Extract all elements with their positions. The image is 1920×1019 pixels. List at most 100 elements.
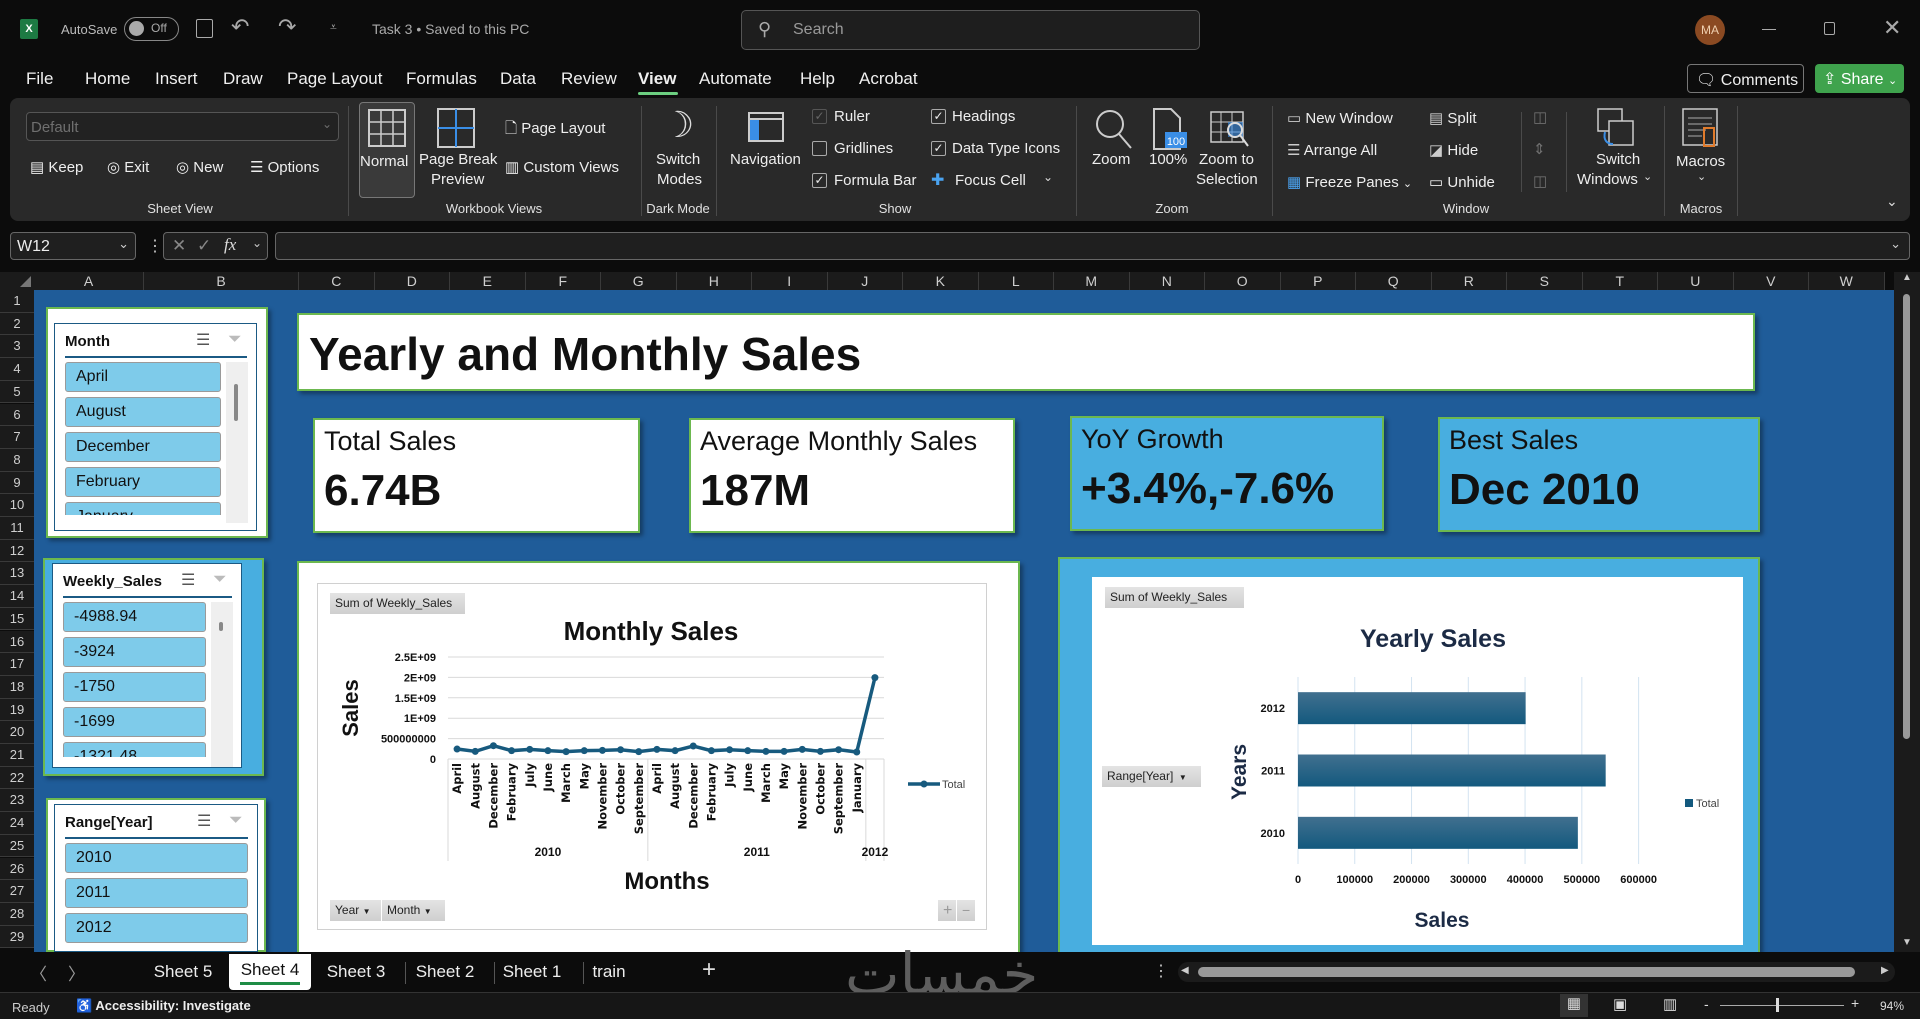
- row-header[interactable]: 8: [0, 448, 34, 472]
- customize-toolbar-icon[interactable]: ⩡: [330, 20, 337, 35]
- clear-filter-icon[interactable]: ⏷: [228, 329, 242, 349]
- data-point[interactable]: [635, 748, 643, 756]
- slicer-item[interactable]: January: [65, 502, 221, 515]
- split-button[interactable]: ▤ Split: [1429, 109, 1477, 127]
- scroll-thumb[interactable]: [234, 384, 238, 421]
- data-point[interactable]: [835, 746, 843, 754]
- data-point[interactable]: [598, 746, 606, 754]
- menu-home[interactable]: Home: [85, 69, 130, 89]
- zoom-level[interactable]: 94%: [1880, 999, 1904, 1013]
- data-point[interactable]: [798, 745, 806, 753]
- slicer-item[interactable]: -4988.94: [63, 602, 206, 632]
- row-header[interactable]: 10: [0, 494, 34, 517]
- data-point[interactable]: [653, 745, 661, 753]
- slicer-item[interactable]: April: [65, 362, 221, 392]
- page-break-view-icon[interactable]: ▥: [1663, 995, 1677, 1013]
- column-header[interactable]: B: [144, 272, 299, 290]
- share-button[interactable]: ⇪ Share ⌄: [1815, 64, 1904, 93]
- formula-bar-grip-icon[interactable]: ⋮: [147, 236, 163, 256]
- row-header[interactable]: 28: [0, 902, 34, 926]
- row-header[interactable]: 11: [0, 517, 34, 540]
- slicer-item[interactable]: -1750: [63, 672, 206, 702]
- redo-icon[interactable]: ↷: [278, 14, 296, 40]
- normal-view-icon[interactable]: ▦: [1560, 994, 1588, 1017]
- column-header[interactable]: M: [1054, 272, 1130, 290]
- value-field-button[interactable]: Sum of Weekly_Sales: [1105, 587, 1244, 608]
- row-header[interactable]: 4: [0, 358, 34, 381]
- menu-draw[interactable]: Draw: [223, 69, 263, 89]
- column-header[interactable]: Q: [1356, 272, 1432, 290]
- column-header[interactable]: E: [450, 272, 526, 290]
- arrange-all-button[interactable]: ☰ Arrange All: [1287, 141, 1377, 159]
- slicer-item[interactable]: -1699: [63, 707, 206, 737]
- column-header[interactable]: J: [827, 272, 903, 290]
- expand-field-button[interactable]: +: [938, 900, 956, 921]
- slicer-item[interactable]: December: [65, 432, 221, 462]
- data-point[interactable]: [489, 742, 497, 750]
- hide-button[interactable]: ◪ Hide: [1429, 141, 1478, 159]
- data-point[interactable]: [707, 747, 715, 755]
- column-header[interactable]: F: [525, 272, 601, 290]
- row-header[interactable]: 16: [0, 630, 34, 654]
- column-header[interactable]: G: [601, 272, 677, 290]
- data-point[interactable]: [453, 745, 461, 753]
- row-header[interactable]: 5: [0, 380, 34, 404]
- data-point[interactable]: [871, 674, 879, 682]
- year-field-button[interactable]: Year ▼: [330, 900, 381, 921]
- tab-split-handle[interactable]: ⋮: [1153, 961, 1169, 981]
- freeze-panes-button[interactable]: ▦ Freeze Panes ⌄: [1287, 173, 1412, 191]
- row-header[interactable]: 7: [0, 426, 34, 449]
- data-point[interactable]: [617, 746, 625, 754]
- zoom-slider[interactable]: [1720, 998, 1844, 1012]
- sheet-tab[interactable]: Sheet 2: [407, 962, 483, 982]
- row-header[interactable]: 23: [0, 789, 34, 813]
- slicer-scrollbar[interactable]: [226, 362, 248, 523]
- collapse-ribbon-icon[interactable]: ⌄: [1886, 193, 1898, 210]
- restore-icon[interactable]: [1824, 22, 1835, 35]
- formula-input[interactable]: ⌄: [275, 232, 1910, 260]
- multi-select-icon[interactable]: ☰: [197, 811, 211, 831]
- row-header[interactable]: 25: [0, 834, 34, 858]
- row-header[interactable]: 6: [0, 403, 34, 427]
- clear-filter-icon[interactable]: ⏷: [213, 569, 227, 589]
- exit-button[interactable]: ◎ Exit: [107, 158, 149, 176]
- insert-function-icon[interactable]: fx: [224, 235, 236, 255]
- row-header[interactable]: 24: [0, 812, 34, 835]
- menu-help[interactable]: Help: [800, 69, 835, 89]
- column-header[interactable]: P: [1280, 272, 1356, 290]
- view-side-by-side-icon[interactable]: ◫: [1533, 108, 1547, 126]
- enter-icon[interactable]: ✓: [197, 236, 211, 256]
- scroll-thumb[interactable]: [1903, 294, 1910, 739]
- zoom-100-button[interactable]: 100 100%: [1147, 102, 1189, 198]
- menu-formulas[interactable]: Formulas: [406, 69, 477, 89]
- row-header[interactable]: 1: [0, 290, 34, 313]
- column-header[interactable]: H: [676, 272, 752, 290]
- data-point[interactable]: [671, 747, 679, 755]
- options-button[interactable]: ☰ Options: [250, 158, 319, 176]
- switch-windows-button[interactable]: Switch Windows ⌄: [1577, 102, 1653, 198]
- data-point[interactable]: [780, 747, 788, 755]
- bar-2011[interactable]: [1298, 754, 1606, 787]
- row-header[interactable]: 20: [0, 721, 34, 744]
- row-header[interactable]: 3: [0, 335, 34, 359]
- data-point[interactable]: [853, 748, 861, 756]
- column-header[interactable]: V: [1733, 272, 1809, 290]
- add-sheet-icon[interactable]: +: [702, 956, 716, 984]
- sheet-tab[interactable]: train: [585, 962, 633, 982]
- slicer-item[interactable]: February: [65, 467, 221, 497]
- multi-select-icon[interactable]: ☰: [181, 570, 195, 590]
- horizontal-scrollbar[interactable]: ◀ ▶: [1178, 962, 1895, 982]
- multi-select-icon[interactable]: ☰: [196, 330, 210, 350]
- data-point[interactable]: [544, 747, 552, 755]
- page-layout-view-icon[interactable]: ▣: [1613, 995, 1627, 1013]
- data-point[interactable]: [816, 747, 824, 755]
- vertical-scrollbar[interactable]: ▲ ▼: [1894, 272, 1920, 952]
- macros-button[interactable]: Macros ⌄: [1674, 102, 1728, 198]
- data-point[interactable]: [508, 747, 516, 755]
- new-view-button[interactable]: ◎ New: [176, 158, 223, 176]
- document-title[interactable]: Task 3 • Saved to this PC: [372, 21, 529, 37]
- navigation-button[interactable]: Navigation: [728, 102, 804, 198]
- row-header[interactable]: 17: [0, 653, 34, 676]
- select-all-corner[interactable]: [0, 272, 34, 290]
- column-header[interactable]: S: [1507, 272, 1583, 290]
